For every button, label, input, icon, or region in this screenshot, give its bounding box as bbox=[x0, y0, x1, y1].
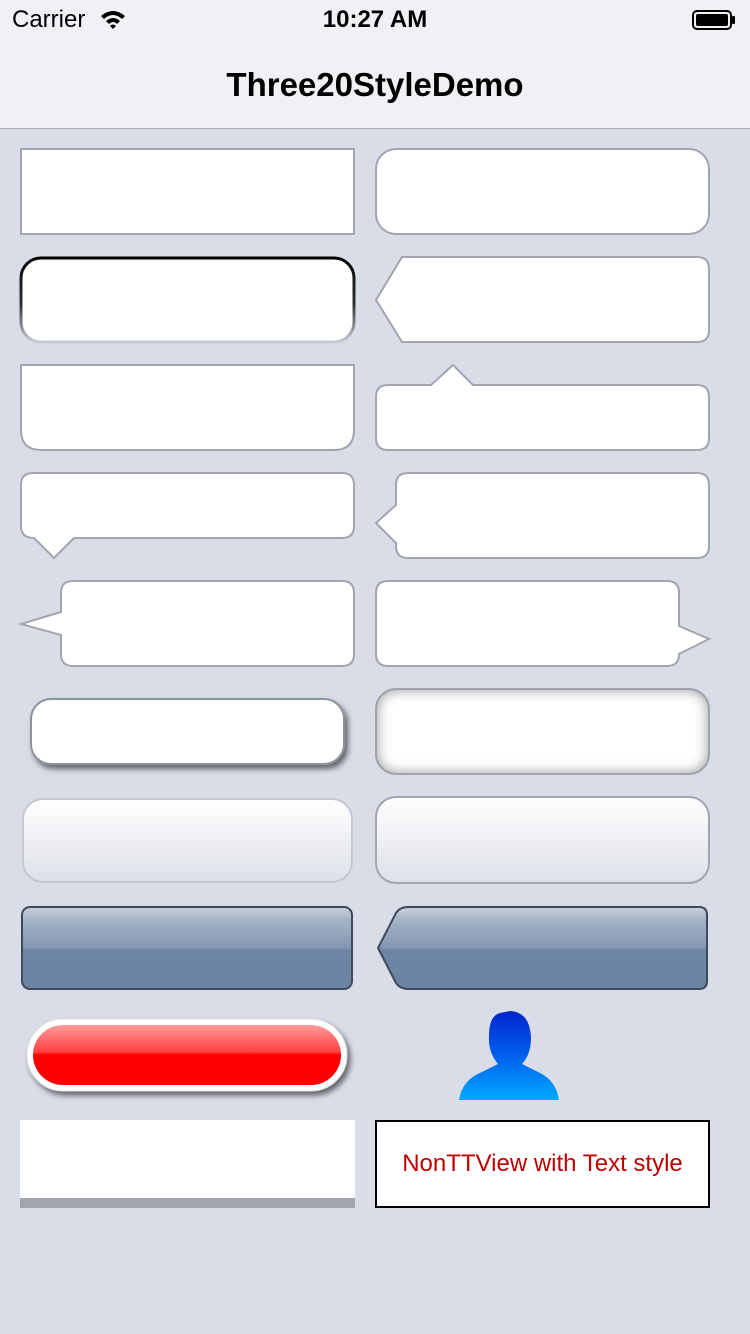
blue-back-button[interactable] bbox=[376, 906, 708, 990]
style-left-arrow-rect bbox=[374, 256, 710, 343]
style-left-pointer-speech-long bbox=[17, 580, 355, 667]
style-top-pointer-speech bbox=[375, 363, 710, 451]
style-dark-top-border-rect bbox=[19, 256, 356, 344]
style-bottom-border-rect bbox=[20, 1120, 355, 1208]
style-shadow-rounded-rect bbox=[30, 698, 345, 765]
style-gradient-rounded-rect bbox=[22, 798, 353, 883]
style-bottom-pointer-speech bbox=[20, 472, 355, 560]
style-rect bbox=[20, 148, 355, 235]
style-gradient-rounded-rect bbox=[375, 796, 710, 884]
style-left-pointer-speech bbox=[374, 472, 710, 559]
person-icon bbox=[459, 1011, 559, 1100]
text-style-view: NonTTView with Text style bbox=[375, 1120, 710, 1208]
blue-toolbar-button[interactable] bbox=[21, 906, 353, 990]
text-style-label: NonTTView with Text style bbox=[402, 1150, 683, 1177]
style-rounded-rect bbox=[375, 148, 710, 235]
red-pill-button[interactable] bbox=[26, 1018, 348, 1092]
style-inner-shadow-rounded-rect bbox=[375, 688, 710, 775]
style-right-pointer-speech bbox=[375, 580, 712, 667]
style-rounded-bottom-rect bbox=[20, 364, 355, 451]
